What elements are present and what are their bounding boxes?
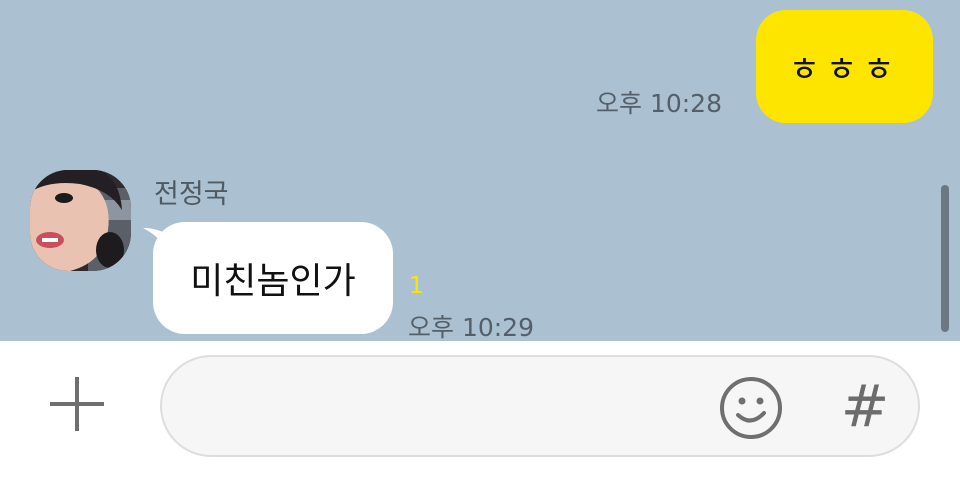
sender-name: 전정국 <box>154 179 229 210</box>
hash-button[interactable]: # <box>832 371 898 441</box>
sender-avatar[interactable] <box>30 170 131 271</box>
emoji-button[interactable] <box>718 375 784 441</box>
outgoing-message-bubble[interactable]: ㅎㅎㅎ <box>756 10 933 123</box>
message-input[interactable] <box>192 377 716 439</box>
incoming-message-bubble[interactable]: 미친놈인가 <box>153 222 393 334</box>
message-input-bar: # <box>0 341 960 486</box>
incoming-message-text: 미친놈인가 <box>190 261 356 302</box>
avatar-photo <box>30 170 131 271</box>
incoming-message-time: 오후 10:29 <box>408 313 534 341</box>
message-input-field[interactable]: # <box>160 355 920 457</box>
outgoing-message-time: 오후 10:28 <box>596 89 722 118</box>
emoji-icon <box>720 377 782 439</box>
chat-message-area[interactable]: ㅎㅎㅎ 오후 10:28 전정국 미친놈인가 1 오후 10:29 <box>0 0 960 341</box>
chat-scrollbar[interactable] <box>941 185 949 332</box>
unread-count: 1 <box>409 273 424 299</box>
plus-icon <box>50 377 104 431</box>
hash-icon: # <box>840 372 890 440</box>
attach-button[interactable] <box>44 371 110 437</box>
outgoing-message-text: ㅎㅎㅎ <box>788 50 901 90</box>
chat-screen: ㅎㅎㅎ 오후 10:28 전정국 미친놈인가 1 오후 10:29 # <box>0 0 960 486</box>
